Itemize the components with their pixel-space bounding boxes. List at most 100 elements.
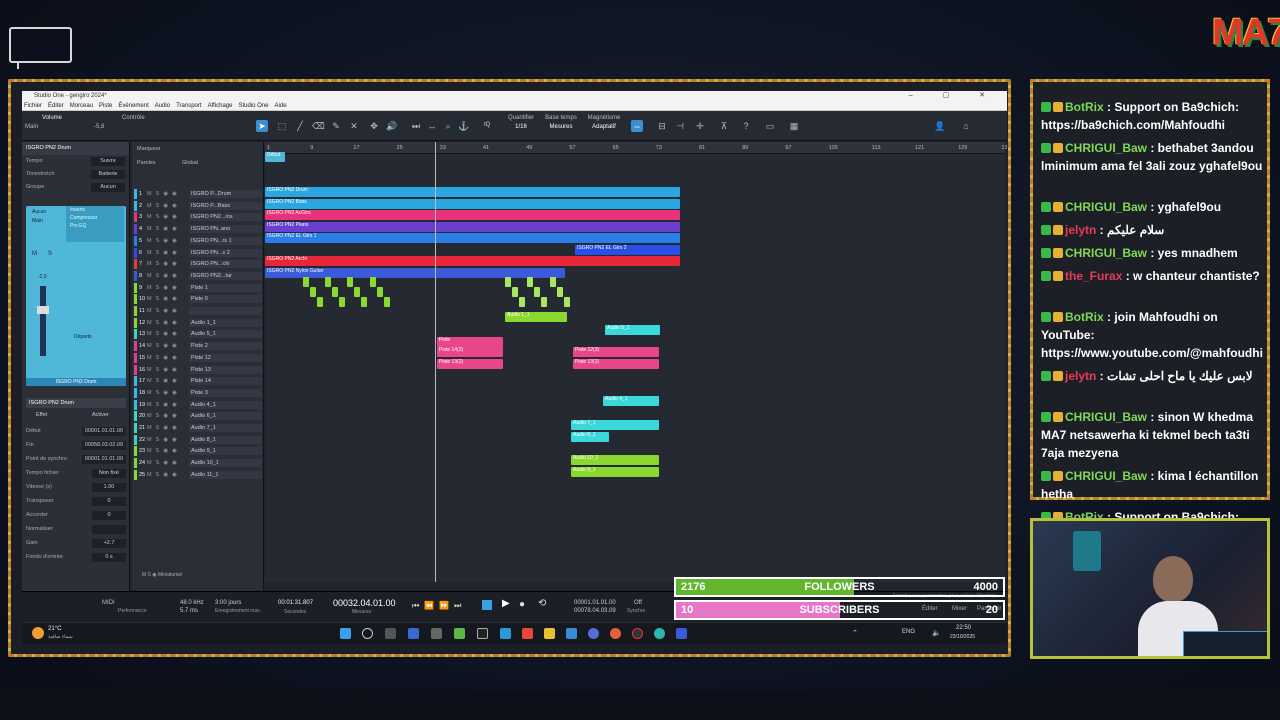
clip-audio5[interactable]: Audio 5_1 (605, 325, 660, 335)
track-buttons[interactable]: MS◉◉ (147, 214, 189, 220)
clip-elgtrs2[interactable]: ISGRO PN2 EL Gtrs 2 (575, 245, 680, 255)
track-name[interactable]: Audio 5_1 (189, 330, 262, 339)
bend-tool-icon[interactable]: ✥ (368, 120, 380, 132)
track-row[interactable]: 14 MS◉◉ Piste 2 (134, 341, 262, 352)
track-row[interactable]: 18 MS◉◉ Piste 3 (134, 387, 262, 398)
clip-piste13b[interactable]: Piste 13(3) (573, 359, 659, 369)
event-prop-value[interactable]: +2.7 (92, 539, 126, 548)
track-name[interactable]: ISGRO PN..ano (189, 225, 262, 234)
video-icon[interactable]: ▭ (764, 120, 776, 132)
volume-fader[interactable] (40, 286, 46, 356)
track-name[interactable]: ISGRO PN...chi (189, 260, 262, 269)
track-row[interactable]: 11 MS◉◉ (134, 306, 262, 316)
stop-button[interactable]: ● (519, 599, 525, 610)
track-buttons[interactable]: MS◉◉ (147, 331, 189, 337)
event-prop-value[interactable] (92, 525, 126, 534)
midi-clip[interactable] (550, 277, 556, 287)
track-name[interactable]: ISGRO PN...rs 1 (189, 236, 262, 245)
midi-clip[interactable] (512, 287, 518, 297)
track-name[interactable]: Piste 14 (189, 377, 262, 386)
midi-clip[interactable] (370, 277, 376, 287)
window-controls[interactable]: – ▢ ✕ (909, 91, 999, 101)
track-buttons[interactable]: MS◉◉ (147, 226, 189, 232)
weather-temp[interactable]: 21°C (48, 626, 61, 632)
track-row[interactable]: 12 MS◉◉ Audio 1_1 (134, 317, 262, 328)
inspector-row-value[interactable]: Suivre (91, 157, 125, 166)
track-buttons[interactable]: MS◉◉ (147, 378, 189, 384)
user-icon[interactable]: 👤 (934, 120, 946, 132)
track-row[interactable]: 10 MS◉◉ Piste 0 (134, 294, 262, 305)
menu-item-7[interactable]: Affichage (208, 101, 233, 110)
track-row[interactable]: 16 MS◉◉ Piste 13 (134, 364, 262, 375)
clip-piste[interactable]: Piste (437, 337, 503, 347)
clip-debut[interactable]: Début (265, 152, 285, 162)
track-buttons[interactable]: MS◉◉ (147, 343, 189, 349)
skip-tool-icon[interactable]: ⏭ (410, 120, 422, 132)
track-buttons[interactable]: MS◉◉ (147, 460, 189, 466)
track-row[interactable]: 20 MS◉◉ Audio 6_1 (134, 411, 262, 422)
follow-tool-icon[interactable]: ⚓ (458, 120, 470, 132)
track-buttons[interactable]: MS◉◉ (147, 285, 189, 291)
track-buttons[interactable]: MS◉◉ (147, 355, 189, 361)
track-buttons[interactable]: MS◉◉ (147, 203, 189, 209)
insert-compressor[interactable]: Compressor (66, 214, 124, 222)
track-buttons[interactable]: MS◉◉ (147, 191, 189, 197)
loop-button[interactable] (482, 600, 492, 610)
midi-clip[interactable] (527, 277, 533, 287)
track-row[interactable]: 5 MS◉◉ ISGRO PN...rs 1 (134, 235, 262, 246)
arrow-tool-icon[interactable]: ➤ (256, 120, 268, 132)
track-name[interactable]: ISGRO P...Drum (189, 190, 262, 198)
track-row[interactable]: 15 MS◉◉ Piste 12 (134, 352, 262, 363)
track-row[interactable]: 6 MS◉◉ ISGRO PN...s 2 (134, 247, 262, 258)
clip-piano[interactable]: ISGRO PN2 Piano (265, 222, 680, 232)
clip-drum[interactable]: ISGRO PN2 Drum (265, 187, 680, 197)
eraser-tool-icon[interactable]: ⌫ (312, 120, 325, 132)
quantifier-select[interactable]: 1/16 (506, 124, 536, 130)
clock-time[interactable]: 22:50 (956, 625, 971, 631)
track-name[interactable]: Audio 8_1 (189, 435, 262, 444)
clock-date[interactable]: 23/10/2025 (950, 634, 975, 640)
fader-handle[interactable] (37, 306, 49, 314)
track-name[interactable]: ISGRO PN2...ins (189, 213, 262, 222)
menu-item-1[interactable]: Éditer (48, 101, 64, 110)
listen-tool-icon[interactable]: 🔊 (386, 120, 398, 132)
event-prop-value[interactable]: 0 (92, 497, 126, 506)
iq-button[interactable]: IQ (484, 122, 490, 128)
app-icon-1[interactable] (431, 628, 442, 639)
track-name[interactable]: Audio 6_1 (189, 412, 262, 421)
studio-one-icon[interactable] (654, 628, 665, 639)
track-row[interactable]: 2 MS◉◉ ISGRO P...Bass (134, 200, 262, 211)
clip-audio11[interactable]: Audio 1_1 (505, 312, 567, 322)
track-name[interactable]: ISGRO P...Bass (189, 201, 262, 210)
clip-audio8[interactable]: Audio 8_1 (571, 432, 609, 442)
clip-audio7[interactable]: Audio 7_1 (571, 420, 659, 430)
track-buttons[interactable]: MS◉◉ (147, 402, 189, 408)
menu-item-9[interactable]: Aide (275, 101, 287, 110)
split-tool-icon[interactable]: ╱ (294, 120, 306, 132)
clip-piste12[interactable]: Piste 12(3) (573, 347, 659, 357)
track-row[interactable]: 7 MS◉◉ ISGRO PN...chi (134, 259, 262, 270)
loop-end[interactable]: 00078.04.03.09 (574, 608, 616, 614)
midi-clip[interactable] (564, 297, 570, 307)
track-row[interactable]: 21 MS◉◉ Audio 7_1 (134, 423, 262, 433)
edit-a-icon[interactable]: ⊟ (656, 120, 668, 132)
edit-d-icon[interactable]: ⊼ (718, 120, 730, 132)
track-name[interactable]: ISGRO PN...s 2 (189, 248, 262, 257)
timeline-ruler[interactable]: 1 9 17 25 33 41 49 57 65 73 81 89 97 105 113 121 129 137 (265, 142, 1007, 154)
playhead[interactable] (435, 142, 436, 582)
transport-controls[interactable]: ⏮⏪⏩⏭ (412, 601, 466, 611)
clip-piste14[interactable]: Piste 14(3) (437, 347, 503, 357)
clip-nylon[interactable]: ISGRO PN2 Nylon Guitar (265, 268, 565, 278)
zoom-tool-icon[interactable]: ⌕ (442, 120, 454, 132)
activer-button[interactable]: Activer (92, 412, 109, 418)
windows-start-icon[interactable] (340, 628, 351, 639)
tray-chevron-icon[interactable]: ⌃ (852, 629, 858, 637)
track-row[interactable]: 25 MS◉◉ Audio 11_1 (134, 469, 262, 480)
midi-clip[interactable] (325, 277, 331, 287)
clip-elgtrs1[interactable]: ISGRO PN2 EL Gtrs 1 (265, 233, 680, 243)
midi-clip[interactable] (505, 277, 511, 287)
layout-icon[interactable]: ▦ (788, 120, 800, 132)
track-name[interactable]: Audio 4_1 (189, 400, 262, 409)
edge-icon[interactable] (500, 628, 511, 639)
office-icon[interactable] (522, 628, 533, 639)
